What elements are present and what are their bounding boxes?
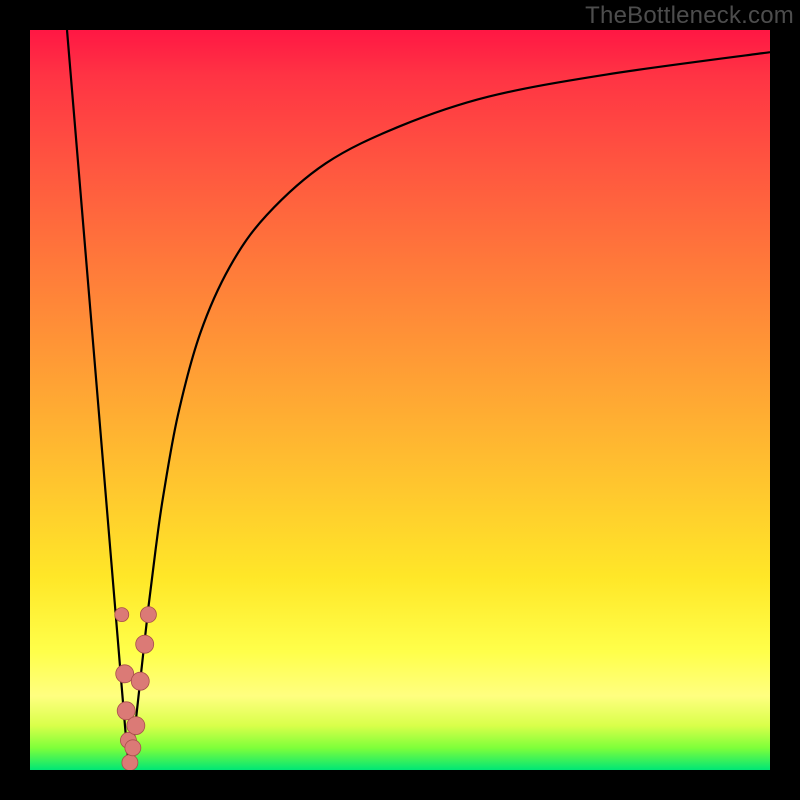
marker-dot [122,755,138,770]
curve-overlay [30,30,770,770]
marker-dot [140,607,156,623]
outer-frame: TheBottleneck.com [0,0,800,800]
curve-left-branch [67,30,130,770]
watermark-text: TheBottleneck.com [585,2,794,30]
marker-dot [125,740,141,756]
curve-right-branch [130,52,770,770]
plot-area [30,30,770,770]
marker-dot [136,635,154,653]
marker-dot [115,608,129,622]
marker-dot [131,672,149,690]
marker-dot [127,717,145,735]
